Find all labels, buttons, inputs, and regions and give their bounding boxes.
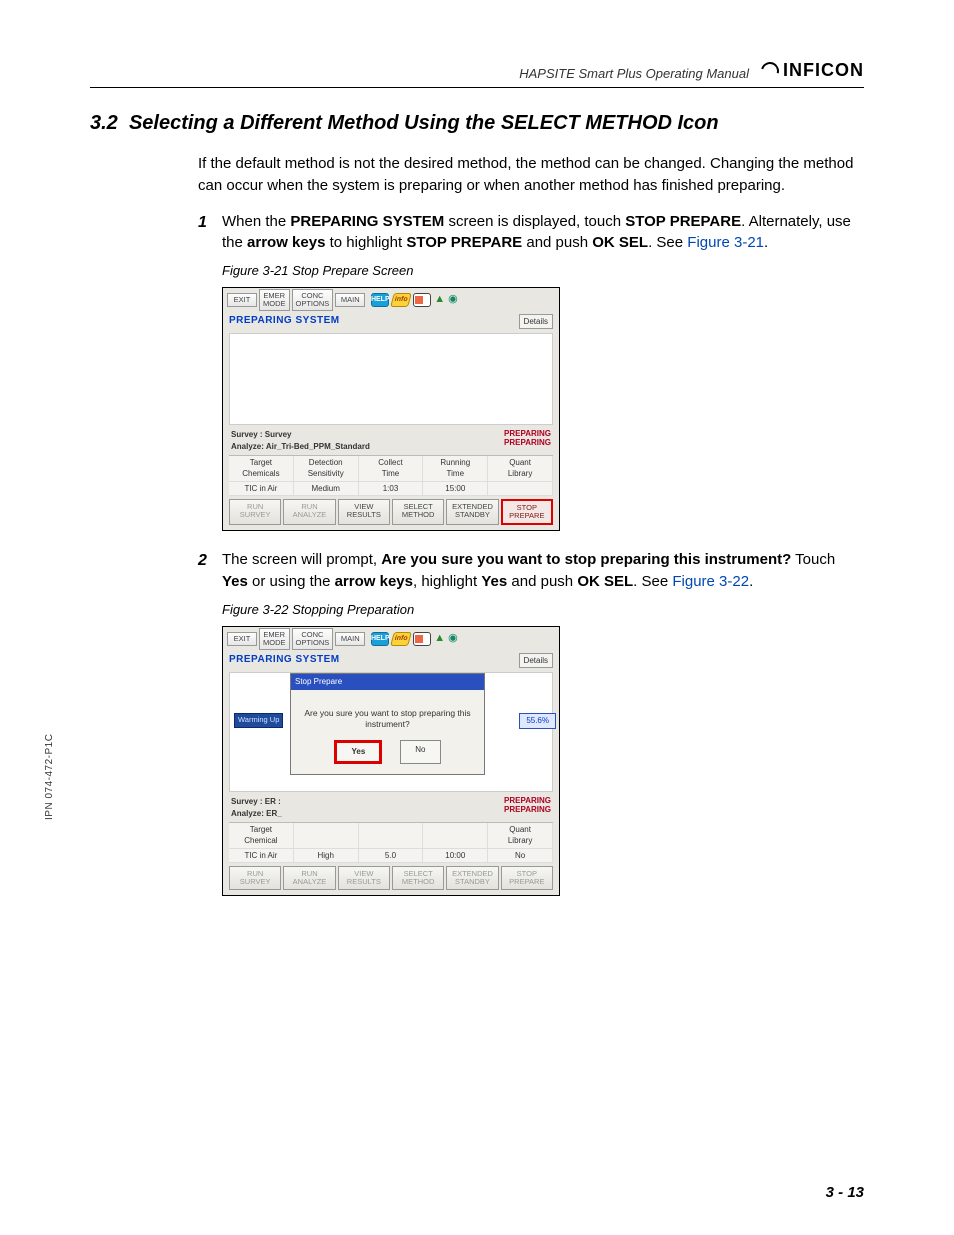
- run-analyze-button[interactable]: RUN ANALYZE: [283, 866, 335, 890]
- figure-3-21-caption: Figure 3-21 Stop Prepare Screen: [222, 262, 864, 281]
- survey-label: Survey : ER :: [231, 796, 282, 808]
- info-icon[interactable]: info: [390, 632, 412, 646]
- parameter-table: Target Chemicals Detection Sensitivity C…: [229, 455, 553, 497]
- details-button[interactable]: Details: [519, 314, 553, 330]
- figure-ref-3-21[interactable]: Figure 3-21: [687, 234, 764, 251]
- survey-label: Survey : Survey: [231, 429, 370, 441]
- status-tree-icon: ▲: [434, 631, 445, 647]
- preparing-status-2: PREPARING: [504, 805, 551, 814]
- step-1: 1 When the PREPARING SYSTEM screen is di…: [198, 211, 864, 532]
- brand-logo: INFICON: [761, 60, 864, 81]
- parameter-table: Target Chemical Quant Library TIC in Air…: [229, 822, 553, 864]
- side-ipn-label: IPN 074-472-P1C: [44, 734, 55, 820]
- preparing-system-label: PREPARING SYSTEM: [229, 653, 340, 668]
- analyze-label: Analyze: ER_: [231, 808, 282, 820]
- exit-button[interactable]: EXIT: [227, 632, 257, 646]
- globe-icon: ◉: [448, 631, 458, 647]
- preparing-status-2: PREPARING: [504, 438, 551, 447]
- view-results-button[interactable]: VIEW RESULTS: [338, 499, 390, 525]
- figure-ref-3-22[interactable]: Figure 3-22: [672, 573, 749, 590]
- chart-area-modal: Warming Up 55.6% Stop Prepare Are you su…: [229, 672, 553, 792]
- select-method-button[interactable]: SELECT METHOD: [392, 866, 444, 890]
- help-icon[interactable]: HELP: [371, 293, 389, 307]
- help-icon[interactable]: HELP: [371, 632, 389, 646]
- brand-name: INFICON: [783, 60, 864, 81]
- conc-options-button[interactable]: CONC OPTIONS: [292, 289, 334, 311]
- stop-prepare-button[interactable]: STOP PREPARE: [501, 866, 553, 890]
- view-results-button[interactable]: VIEW RESULTS: [338, 866, 390, 890]
- conc-options-button[interactable]: CONC OPTIONS: [292, 628, 334, 650]
- stop-prepare-button[interactable]: STOP PREPARE: [501, 499, 553, 525]
- dialog-message: Are you sure you want to stop preparing …: [291, 690, 484, 740]
- preparing-status-1: PREPARING: [504, 429, 551, 438]
- main-button[interactable]: MAIN: [335, 632, 365, 646]
- dialog-yes-button[interactable]: Yes: [334, 740, 382, 764]
- preparing-system-label: PREPARING SYSTEM: [229, 314, 340, 329]
- preparing-status-1: PREPARING: [504, 796, 551, 805]
- globe-icon: ◉: [448, 292, 458, 308]
- main-button[interactable]: MAIN: [335, 293, 365, 307]
- dialog-title: Stop Prepare: [291, 674, 484, 690]
- step-2: 2 The screen will prompt, Are you sure y…: [198, 549, 864, 896]
- info-icon[interactable]: info: [390, 293, 412, 307]
- run-analyze-button[interactable]: RUN ANALYZE: [283, 499, 335, 525]
- logo-swirl-icon: [758, 58, 783, 83]
- figure-3-22-screenshot: EXIT EMER MODE CONC OPTIONS MAIN HELP in…: [222, 626, 560, 897]
- intro-paragraph: If the default method is not the desired…: [198, 153, 864, 197]
- details-button[interactable]: Details: [519, 653, 553, 669]
- battery-icon: [413, 293, 431, 307]
- chart-area-blank: [229, 333, 553, 425]
- stop-prepare-dialog: Stop Prepare Are you sure you want to st…: [290, 673, 485, 774]
- analyze-label: Analyze: Air_Tri-Bed_PPM_Standard: [231, 441, 370, 453]
- section-heading: 3.2 Selecting a Different Method Using t…: [90, 112, 864, 135]
- warming-up-label: Warming Up: [234, 713, 283, 728]
- status-tree-icon: ▲: [434, 292, 445, 308]
- exit-button[interactable]: EXIT: [227, 293, 257, 307]
- page-number: 3 - 13: [826, 1184, 864, 1201]
- running-title: HAPSITE Smart Plus Operating Manual: [519, 66, 749, 81]
- extended-standby-button[interactable]: EXTENDED STANDBY: [446, 499, 498, 525]
- section-title-text: Selecting a Different Method Using the S…: [129, 112, 719, 134]
- run-survey-button[interactable]: RUN SURVEY: [229, 499, 281, 525]
- figure-3-22-caption: Figure 3-22 Stopping Preparation: [222, 601, 864, 620]
- page-header: HAPSITE Smart Plus Operating Manual INFI…: [90, 60, 864, 88]
- dialog-no-button[interactable]: No: [400, 740, 440, 764]
- emer-mode-button[interactable]: EMER MODE: [259, 289, 290, 311]
- section-number: 3.2: [90, 112, 118, 134]
- progress-percent: 55.6%: [519, 713, 556, 729]
- extended-standby-button[interactable]: EXTENDED STANDBY: [446, 866, 498, 890]
- battery-icon: [413, 632, 431, 646]
- run-survey-button[interactable]: RUN SURVEY: [229, 866, 281, 890]
- step-1-number: 1: [198, 211, 222, 532]
- figure-3-21-screenshot: EXIT EMER MODE CONC OPTIONS MAIN HELP in…: [222, 287, 560, 532]
- emer-mode-button[interactable]: EMER MODE: [259, 628, 290, 650]
- select-method-button[interactable]: SELECT METHOD: [392, 499, 444, 525]
- step-2-number: 2: [198, 549, 222, 896]
